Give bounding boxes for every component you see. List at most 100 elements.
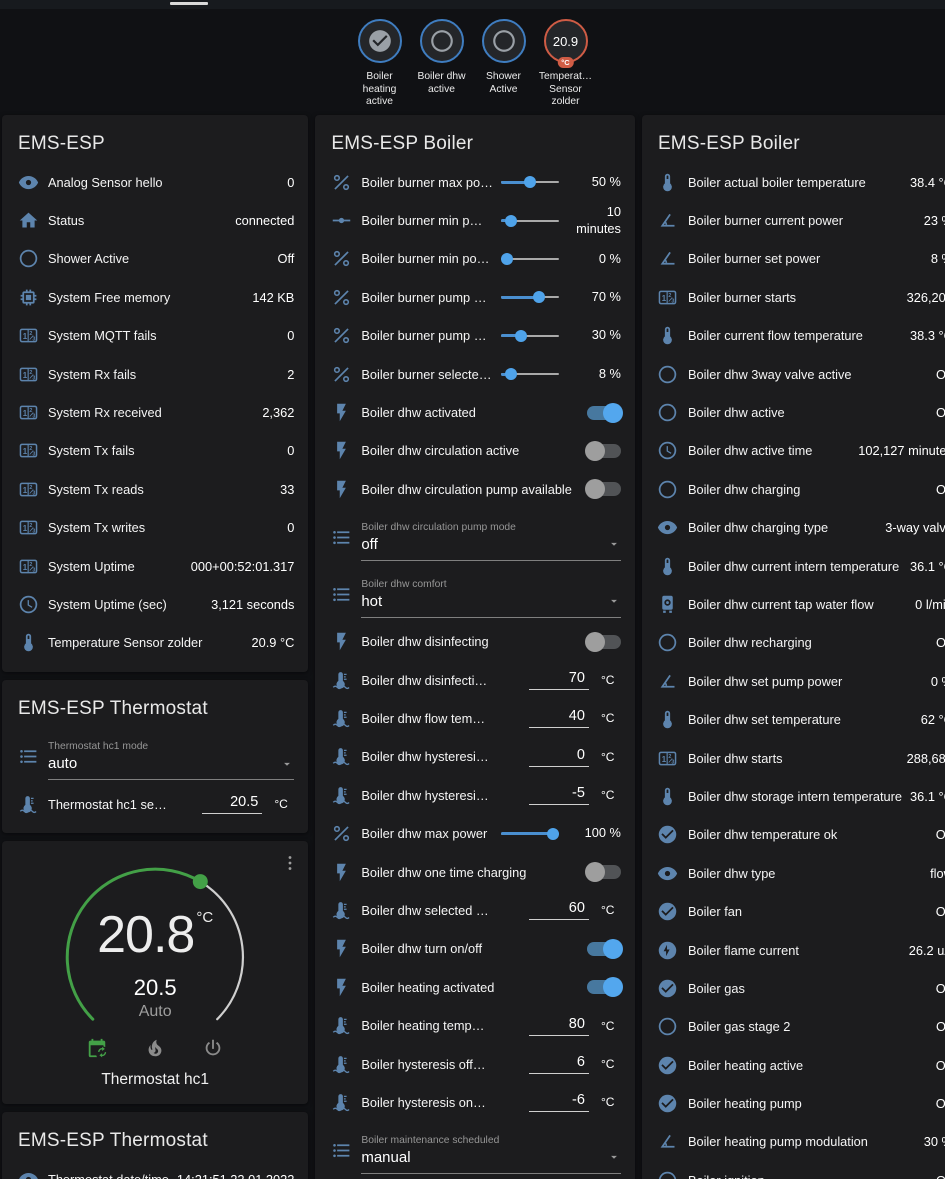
entity-row[interactable]: 123System Tx fails0 xyxy=(16,432,294,470)
badge-boiler-dhw-active[interactable]: Boiler dhw active xyxy=(414,19,470,115)
power-icon[interactable] xyxy=(202,1037,224,1059)
entity-row[interactable]: Boiler burner current power23 % xyxy=(656,201,945,239)
entity-row[interactable]: Boiler dhw chargingOff xyxy=(656,470,945,508)
entity-row[interactable]: Boiler current flow temperature38.3 °C xyxy=(656,317,945,355)
entity-row[interactable]: Boiler dhw selected …60°C xyxy=(329,891,621,929)
entity-row[interactable]: 123Boiler burner starts326,209 xyxy=(656,278,945,316)
entity-row[interactable]: 123System MQTT fails0 xyxy=(16,317,294,355)
entity-row[interactable]: Boiler dhw circulation active xyxy=(329,432,621,470)
number-input[interactable]: 70 xyxy=(529,670,589,690)
entity-row[interactable]: Boiler gasOn xyxy=(656,969,945,1007)
entity-row[interactable]: Boiler heating pump modulation30 % xyxy=(656,1123,945,1161)
entity-row[interactable]: Boiler burner max po…50 % xyxy=(329,163,621,201)
calendar-sync-icon[interactable] xyxy=(86,1037,108,1059)
number-input[interactable]: 60 xyxy=(529,900,589,920)
number-input[interactable]: 0 xyxy=(529,747,589,767)
entity-row[interactable]: Boiler dhw charging type3-way valve xyxy=(656,509,945,547)
slider[interactable] xyxy=(501,367,559,381)
entity-row[interactable]: System Uptime (sec)3,121 seconds xyxy=(16,585,294,623)
entity-row[interactable]: Boiler dhw one time charging xyxy=(329,853,621,891)
entity-row[interactable]: Boiler dhw hysteresi…0°C xyxy=(329,738,621,776)
entity-row[interactable]: Boiler dhw hysteresi…-5°C xyxy=(329,776,621,814)
entity-row[interactable]: Boiler burner set power8 % xyxy=(656,240,945,278)
number-input[interactable]: -5 xyxy=(529,785,589,805)
entity-row[interactable]: Boiler burner selecte…8 % xyxy=(329,355,621,393)
select-field[interactable]: Boiler maintenance scheduledmanual xyxy=(361,1127,621,1174)
select-field[interactable]: Boiler dhw comforthot xyxy=(361,571,621,618)
entity-row[interactable]: Boiler dhw current intern temperature36.… xyxy=(656,547,945,585)
chevron-down-icon[interactable] xyxy=(280,757,294,771)
entity-row[interactable]: Boiler burner pump …70 % xyxy=(329,278,621,316)
entity-row[interactable]: Thermostat date/time14:21:51 22.01.2022 xyxy=(16,1160,294,1179)
badge-temperat-sensor-zolder[interactable]: 20.9°CTemperat… Sensor zolder xyxy=(538,19,594,115)
toggle-switch[interactable] xyxy=(587,444,621,458)
toggle-switch[interactable] xyxy=(587,482,621,496)
entity-row[interactable]: Analog Sensor hello0 xyxy=(16,163,294,201)
entity-row[interactable]: Boiler burner pump …30 % xyxy=(329,317,621,355)
chevron-down-icon[interactable] xyxy=(607,537,621,551)
entity-row[interactable]: Boiler dhw max power100 % xyxy=(329,814,621,852)
entity-row[interactable]: Boiler dhw storage intern temperature36.… xyxy=(656,777,945,815)
entity-row[interactable]: Boiler dhw set temperature62 °C xyxy=(656,700,945,738)
entity-row[interactable]: Boiler hysteresis off…6°C xyxy=(329,1045,621,1083)
entity-row[interactable]: Boiler dhw circulation pump available xyxy=(329,470,621,508)
entity-row[interactable]: Thermostat hc1 modeauto xyxy=(16,728,294,785)
more-options-icon[interactable] xyxy=(280,853,300,878)
badge-boiler-heating-active[interactable]: Boiler heating active xyxy=(352,19,408,115)
entity-row[interactable]: Boiler dhw active time102,127 minutes xyxy=(656,432,945,470)
slider[interactable] xyxy=(501,214,559,228)
entity-row[interactable]: System Free memory142 KB xyxy=(16,278,294,316)
entity-row[interactable]: Boiler fanOn xyxy=(656,892,945,930)
slider[interactable] xyxy=(501,827,559,841)
entity-row[interactable]: Boiler actual boiler temperature38.4 °C xyxy=(656,163,945,201)
select-field[interactable]: Boiler dhw circulation pump modeoff xyxy=(361,514,621,561)
chevron-down-icon[interactable] xyxy=(607,594,621,608)
entity-row[interactable]: Boiler dhw current tap water flow0 l/min xyxy=(656,585,945,623)
entity-row[interactable]: Boiler burner min p…10 minutes xyxy=(329,201,621,239)
toggle-switch[interactable] xyxy=(587,406,621,420)
entity-row[interactable]: Temperature Sensor zolder20.9 °C xyxy=(16,624,294,662)
number-input[interactable]: 20.5 xyxy=(202,794,262,814)
entity-row[interactable]: Boiler dhw flow tem…40°C xyxy=(329,699,621,737)
entity-row[interactable]: Boiler dhw typeflow xyxy=(656,854,945,892)
entity-row[interactable]: Boiler flame current26.2 uA xyxy=(656,931,945,969)
fire-icon[interactable] xyxy=(144,1037,166,1059)
number-input[interactable]: -6 xyxy=(529,1092,589,1112)
toggle-switch[interactable] xyxy=(587,865,621,879)
select-field[interactable]: Thermostat hc1 modeauto xyxy=(48,733,294,780)
entity-row[interactable]: Boiler dhw 3way valve activeOff xyxy=(656,355,945,393)
entity-row[interactable]: 123System Uptime000+00:52:01.317 xyxy=(16,547,294,585)
toggle-switch[interactable] xyxy=(587,980,621,994)
entity-row[interactable]: 123System Tx reads33 xyxy=(16,470,294,508)
entity-row[interactable]: Boiler heating pumpOn xyxy=(656,1084,945,1122)
number-input[interactable]: 40 xyxy=(529,708,589,728)
entity-row[interactable]: Boiler maintenance scheduledmanual xyxy=(329,1122,621,1179)
entity-row[interactable]: Boiler dhw rechargingOff xyxy=(656,624,945,662)
entity-row[interactable]: Thermostat hc1 se…20.5°C xyxy=(16,785,294,823)
entity-row[interactable]: Boiler hysteresis on…-6°C xyxy=(329,1083,621,1121)
entity-row[interactable]: Boiler burner min po…0 % xyxy=(329,240,621,278)
entity-row[interactable]: Boiler dhw temperature okOn xyxy=(656,816,945,854)
entity-row[interactable]: Boiler dhw circulation pump modeoff xyxy=(329,509,621,566)
toggle-switch[interactable] xyxy=(587,942,621,956)
entity-row[interactable]: Boiler heating activated xyxy=(329,968,621,1006)
slider[interactable] xyxy=(501,329,559,343)
entity-row[interactable]: Boiler dhw activeOff xyxy=(656,393,945,431)
entity-row[interactable]: 123Boiler dhw starts288,686 xyxy=(656,739,945,777)
slider[interactable] xyxy=(501,175,559,189)
entity-row[interactable]: Statusconnected xyxy=(16,201,294,239)
entity-row[interactable]: Boiler heating temp…80°C xyxy=(329,1006,621,1044)
entity-row[interactable]: Boiler dhw comforthot xyxy=(329,566,621,623)
number-input[interactable]: 80 xyxy=(529,1016,589,1036)
entity-row[interactable]: Boiler dhw set pump power0 % xyxy=(656,662,945,700)
entity-row[interactable]: Boiler gas stage 2Off xyxy=(656,1008,945,1046)
entity-row[interactable]: Boiler dhw disinfecting xyxy=(329,623,621,661)
chevron-down-icon[interactable] xyxy=(607,1150,621,1164)
slider[interactable] xyxy=(501,290,559,304)
number-input[interactable]: 6 xyxy=(529,1054,589,1074)
entity-row[interactable]: Shower ActiveOff xyxy=(16,240,294,278)
entity-row[interactable]: Boiler dhw disinfecti…70°C xyxy=(329,661,621,699)
entity-row[interactable]: Boiler dhw turn on/off xyxy=(329,930,621,968)
badge-shower-active[interactable]: Shower Active xyxy=(476,19,532,115)
entity-row[interactable]: Boiler ignitionOff xyxy=(656,1161,945,1179)
